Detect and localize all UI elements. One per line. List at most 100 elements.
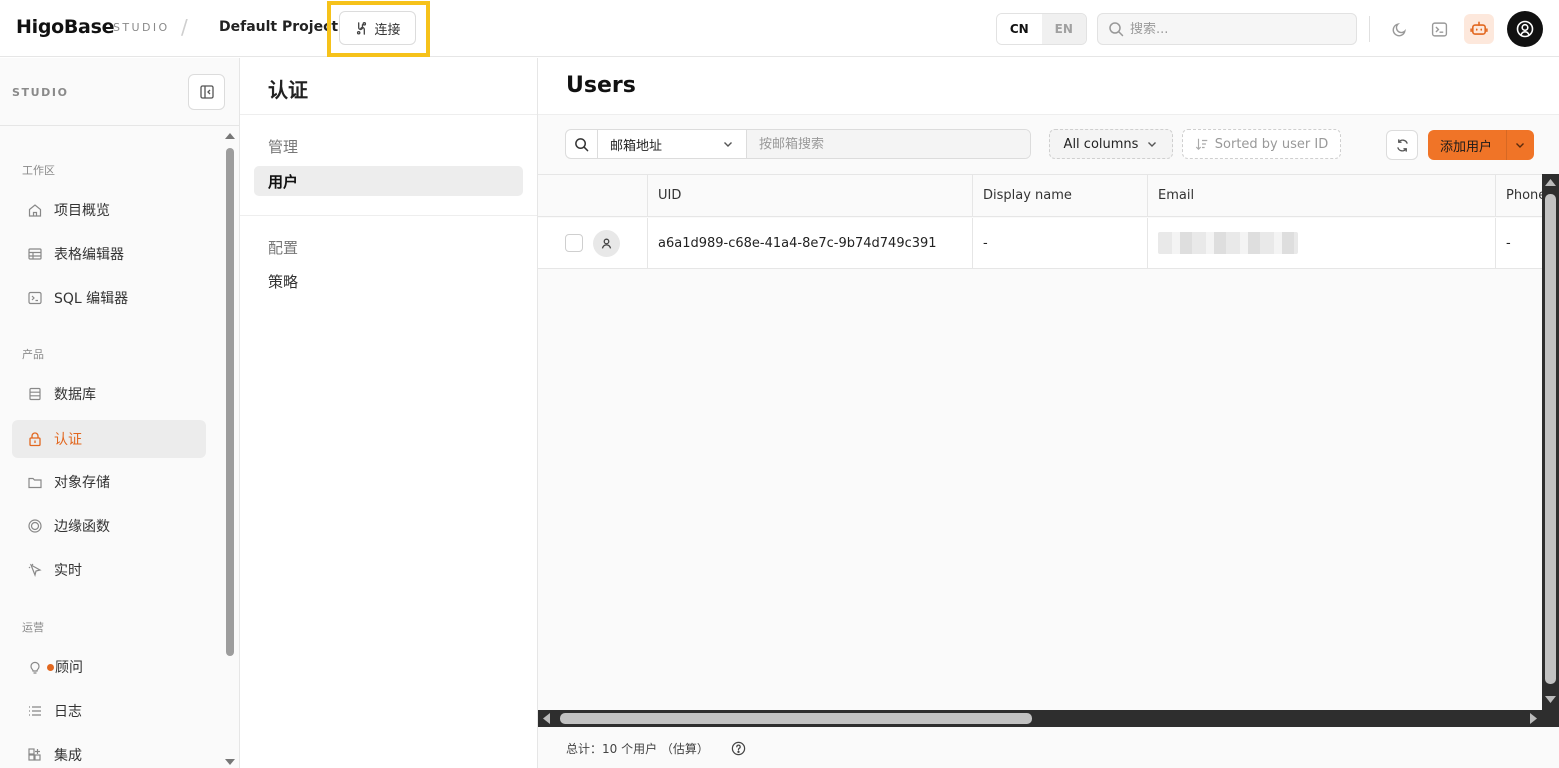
sidebar-item-auth[interactable]: 认证 bbox=[12, 420, 206, 458]
top-bar: HigoBase STUDIO / Default Project 连接 CN … bbox=[0, 0, 1559, 57]
user-icon bbox=[593, 229, 620, 257]
email-search-field[interactable] bbox=[747, 130, 1030, 158]
user-count: 总计：10 个用户 （估算） bbox=[566, 742, 709, 756]
user-avatar-button[interactable] bbox=[1507, 11, 1543, 47]
refresh-button[interactable] bbox=[1386, 130, 1418, 160]
help-icon[interactable] bbox=[731, 741, 746, 756]
column-header-uid[interactable]: UID bbox=[648, 175, 973, 216]
submenu-item-users[interactable]: 用户 bbox=[254, 166, 523, 196]
sidebar-item-label: 实时 bbox=[54, 563, 82, 579]
sidebar-item-label: 集成 bbox=[54, 748, 82, 764]
table-horizontal-scrollbar[interactable] bbox=[538, 710, 1542, 727]
global-search-input[interactable] bbox=[1130, 21, 1330, 37]
submenu-group-manage: 管理 bbox=[268, 138, 299, 156]
sidebar-item-storage[interactable]: 对象存储 bbox=[12, 463, 206, 501]
sidebar-item-project-overview[interactable]: 项目概览 bbox=[12, 191, 206, 229]
section-label-workspace: 工作区 bbox=[22, 164, 55, 177]
sidebar-collapse-icon bbox=[199, 84, 215, 100]
user-avatar-icon bbox=[1515, 19, 1535, 39]
sidebar-item-table-editor[interactable]: 表格编辑器 bbox=[12, 235, 206, 273]
table-header-row: UID Display name Email Phone bbox=[538, 175, 1545, 217]
row-checkbox[interactable] bbox=[565, 234, 583, 252]
table-footer: 总计：10 个用户 （估算） bbox=[566, 740, 746, 757]
studio-tag: STUDIO bbox=[113, 21, 170, 34]
email-search-input[interactable] bbox=[759, 136, 1019, 152]
theme-toggle-button[interactable] bbox=[1384, 14, 1414, 44]
sidebar-item-advisor[interactable]: 顾问 bbox=[12, 648, 206, 686]
terminal-button[interactable] bbox=[1424, 14, 1454, 44]
chevron-down-icon bbox=[1146, 138, 1158, 150]
user-search-group: 邮箱地址 bbox=[565, 129, 1031, 159]
main-panel: Users 邮箱地址 All columns Sorted by user ID… bbox=[538, 58, 1559, 768]
terminal-icon bbox=[26, 289, 44, 307]
annotation-highlight-box bbox=[327, 1, 430, 57]
table-horizontal-scrollbar-thumb[interactable] bbox=[560, 713, 1032, 724]
table-row[interactable]: a6a1d989-c68e-41a4-8e7c-9b74d749c391 - - bbox=[538, 218, 1545, 269]
sidebar-item-label: 表格编辑器 bbox=[54, 247, 124, 263]
header-select-cell bbox=[538, 175, 648, 216]
lang-en-option[interactable]: EN bbox=[1041, 14, 1086, 44]
search-field-value: 邮箱地址 bbox=[610, 138, 663, 154]
submenu-item-policies[interactable]: 策略 bbox=[254, 266, 523, 296]
table-vertical-scrollbar-thumb[interactable] bbox=[1545, 194, 1556, 684]
global-search[interactable] bbox=[1097, 13, 1357, 45]
sidebar-item-integrations[interactable]: 集成 bbox=[12, 736, 206, 768]
app-logo[interactable]: HigoBase bbox=[16, 16, 114, 38]
moon-icon bbox=[1391, 21, 1408, 38]
submenu-header: 认证 bbox=[240, 58, 537, 115]
lang-cn-option[interactable]: CN bbox=[997, 14, 1042, 44]
table-vertical-scrollbar[interactable] bbox=[1542, 174, 1559, 710]
refresh-icon bbox=[1395, 138, 1410, 153]
sidebar-item-sql-editor[interactable]: SQL 编辑器 bbox=[12, 279, 206, 317]
add-user-label: 添加用户 bbox=[1440, 139, 1493, 155]
toolbar-divider bbox=[1369, 16, 1370, 42]
chevron-down-icon bbox=[722, 138, 734, 150]
main-header: Users bbox=[538, 58, 1559, 115]
assistant-button[interactable] bbox=[1464, 14, 1494, 44]
collapse-sidebar-button[interactable] bbox=[188, 74, 225, 110]
cell-uid: a6a1d989-c68e-41a4-8e7c-9b74d749c391 bbox=[648, 218, 973, 268]
section-label-operations: 运营 bbox=[22, 621, 44, 634]
search-field-select[interactable]: 邮箱地址 bbox=[598, 130, 747, 158]
cell-email bbox=[1148, 218, 1496, 268]
sidebar-item-edge-functions[interactable]: 边缘函数 bbox=[12, 507, 206, 545]
sidebar-item-label: 数据库 bbox=[54, 387, 96, 403]
redacted-email bbox=[1158, 232, 1298, 254]
column-header-display-name[interactable]: Display name bbox=[973, 175, 1148, 216]
submenu-divider bbox=[240, 215, 537, 216]
table-icon bbox=[26, 245, 44, 263]
pointer-icon bbox=[26, 561, 44, 579]
grid-plus-icon bbox=[26, 746, 44, 764]
submenu-group-config: 配置 bbox=[268, 239, 299, 257]
assistant-bot-icon bbox=[1470, 20, 1488, 38]
sidebar-title: STUDIO bbox=[12, 86, 69, 99]
database-icon bbox=[26, 385, 44, 403]
scrollbar-corner bbox=[1542, 710, 1559, 727]
column-header-email[interactable]: Email bbox=[1148, 175, 1496, 216]
sidebar-item-realtime[interactable]: 实时 bbox=[12, 551, 206, 589]
sidebar: STUDIO 工作区 项目概览 表格编辑器 SQL 编辑器 产品 数据库 认证 … bbox=[0, 58, 240, 768]
lock-icon bbox=[26, 430, 44, 448]
cell-phone: - bbox=[1506, 235, 1511, 251]
sidebar-item-label: 顾问 bbox=[55, 660, 83, 676]
sidebar-item-logs[interactable]: 日志 bbox=[12, 692, 206, 730]
columns-label: All columns bbox=[1063, 136, 1139, 152]
column-header-phone[interactable]: Phone bbox=[1496, 175, 1545, 216]
language-switch[interactable]: CN EN bbox=[996, 13, 1087, 45]
sort-icon bbox=[1195, 137, 1209, 151]
folder-icon bbox=[26, 473, 44, 491]
list-icon bbox=[26, 702, 44, 720]
sidebar-scrollbar-thumb[interactable] bbox=[226, 148, 234, 656]
functions-icon bbox=[26, 517, 44, 535]
sidebar-header: STUDIO bbox=[0, 58, 239, 126]
section-label-products: 产品 bbox=[22, 348, 44, 361]
add-user-button[interactable]: 添加用户 bbox=[1428, 130, 1534, 160]
chevron-down-icon[interactable] bbox=[1506, 130, 1532, 160]
notification-dot bbox=[47, 663, 54, 671]
sort-button[interactable]: Sorted by user ID bbox=[1182, 129, 1341, 159]
sidebar-item-label: 认证 bbox=[54, 432, 82, 448]
project-name[interactable]: Default Project bbox=[219, 19, 338, 35]
sidebar-item-database[interactable]: 数据库 bbox=[12, 375, 206, 413]
lightbulb-icon bbox=[26, 658, 44, 676]
columns-dropdown[interactable]: All columns bbox=[1049, 129, 1173, 159]
